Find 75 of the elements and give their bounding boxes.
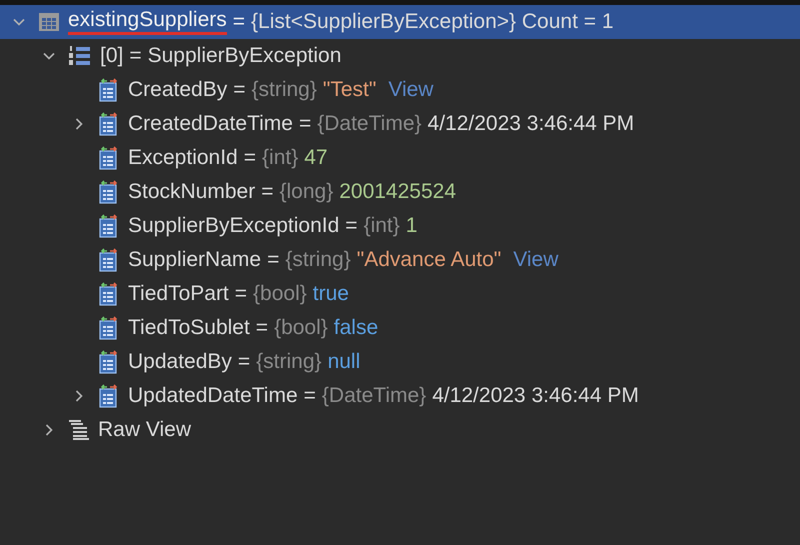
type-label: {string}	[256, 350, 322, 374]
value-text: 1	[406, 214, 418, 238]
field-icon	[98, 214, 120, 238]
tree-row[interactable]: TiedToSublet = {bool} false	[0, 311, 800, 345]
type-label: {int}	[364, 214, 400, 238]
field-icon	[98, 350, 120, 374]
variable-name: SupplierName	[128, 248, 262, 272]
tree-row[interactable]: UpdatedBy = {string} null	[0, 345, 800, 379]
value-text: null	[328, 350, 360, 374]
field-icon	[98, 146, 120, 170]
variable-name: TiedToSublet	[128, 316, 250, 340]
variable-name: existingSuppliers	[68, 9, 227, 35]
field-icon	[98, 282, 120, 306]
equals-sign: =	[129, 44, 142, 68]
variable-name: CreatedDateTime	[128, 112, 293, 136]
variable-name: ExceptionId	[128, 146, 238, 170]
field-icon	[98, 384, 120, 408]
field-icon	[98, 112, 120, 136]
type-label: {string}	[285, 248, 351, 272]
field-icon	[98, 180, 120, 204]
equals-sign: =	[256, 316, 268, 340]
table-icon	[38, 12, 60, 32]
type-label: {bool}	[253, 282, 307, 306]
variable-name: SupplierByExceptionId	[128, 214, 340, 238]
value-text: 47	[304, 146, 328, 170]
tree-row[interactable]: ExceptionId = {int} 47	[0, 141, 800, 175]
type-label: {DateTime}	[322, 384, 426, 408]
field-icon	[98, 316, 120, 340]
variable-name: StockNumber	[128, 180, 256, 204]
variable-name: CreatedBy	[128, 78, 228, 102]
tree-row[interactable]: CreatedDateTime = {DateTime} 4/12/2023 3:46:44 PM	[0, 107, 800, 141]
tree-row[interactable]: StockNumber = {long} 2001425524	[0, 175, 800, 209]
value-text: 4/12/2023 3:46:44 PM	[428, 112, 634, 136]
tree-row[interactable]: CreatedBy = {string} "Test" View	[0, 73, 800, 107]
value-text: "Test"	[322, 78, 376, 102]
value-text: 2001425524	[339, 180, 456, 204]
value-text: false	[334, 316, 378, 340]
equals-sign: =	[238, 350, 250, 374]
field-icon	[98, 248, 120, 272]
equals-sign: =	[298, 112, 312, 136]
type-label: {DateTime}	[317, 112, 422, 136]
tree-row[interactable]: UpdatedDateTime = {DateTime} 4/12/2023 3:46:44 PM	[0, 379, 800, 413]
variable-name: UpdatedBy	[128, 350, 232, 374]
stacked-lines-icon	[68, 419, 90, 441]
equals-sign: =	[267, 248, 280, 272]
view-link[interactable]: View	[388, 78, 434, 102]
tree-row[interactable]: TiedToPart = {bool} true	[0, 277, 800, 311]
value-text: "Advance Auto"	[356, 248, 502, 272]
field-icon	[98, 78, 120, 102]
numbered-list-icon	[68, 45, 92, 67]
value-text: {List<SupplierByException>} Count = 1	[251, 10, 614, 34]
equals-sign: =	[261, 180, 274, 204]
equals-sign: =	[304, 384, 316, 408]
equals-sign: =	[345, 214, 358, 238]
view-link[interactable]: View	[513, 248, 558, 272]
type-label: {bool}	[274, 316, 328, 340]
tree-row[interactable]: [0] = SupplierByException	[0, 39, 800, 73]
variable-name: TiedToPart	[128, 282, 229, 306]
value-text: SupplierByException	[148, 44, 342, 68]
variable-name: [0]	[100, 44, 124, 68]
tree-row[interactable]: Raw View	[0, 413, 800, 447]
equals-sign: =	[233, 78, 246, 102]
variable-name: Raw View	[98, 418, 191, 442]
equals-sign: =	[234, 282, 248, 306]
equals-sign: =	[232, 10, 246, 34]
type-label: {int}	[262, 146, 298, 170]
type-label: {string}	[251, 78, 317, 102]
tree-row[interactable]: SupplierName = {string} "Advance Auto" View	[0, 243, 800, 277]
tree-row[interactable]: existingSuppliers = {List<SupplierByException>} Count = 1	[0, 5, 800, 39]
value-text: true	[312, 282, 349, 306]
type-label: {long}	[279, 180, 334, 204]
value-text: 4/12/2023 3:46:44 PM	[432, 384, 639, 408]
variable-name: UpdatedDateTime	[128, 384, 298, 408]
equals-sign: =	[244, 146, 256, 170]
tree-row[interactable]: SupplierByExceptionId = {int} 1	[0, 209, 800, 243]
